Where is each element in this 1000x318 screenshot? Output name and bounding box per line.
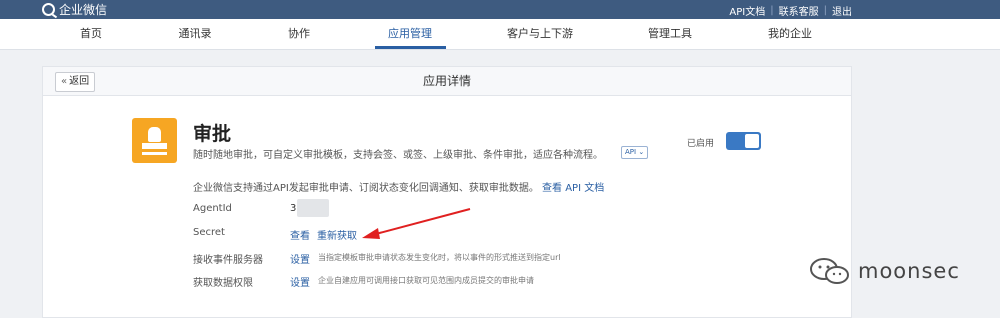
arrow-head [362,228,380,239]
wechat-icon [810,258,849,284]
arrow-shaft [371,208,471,236]
watermark-text: moonsec [858,259,960,283]
watermark: moonsec [808,256,960,286]
